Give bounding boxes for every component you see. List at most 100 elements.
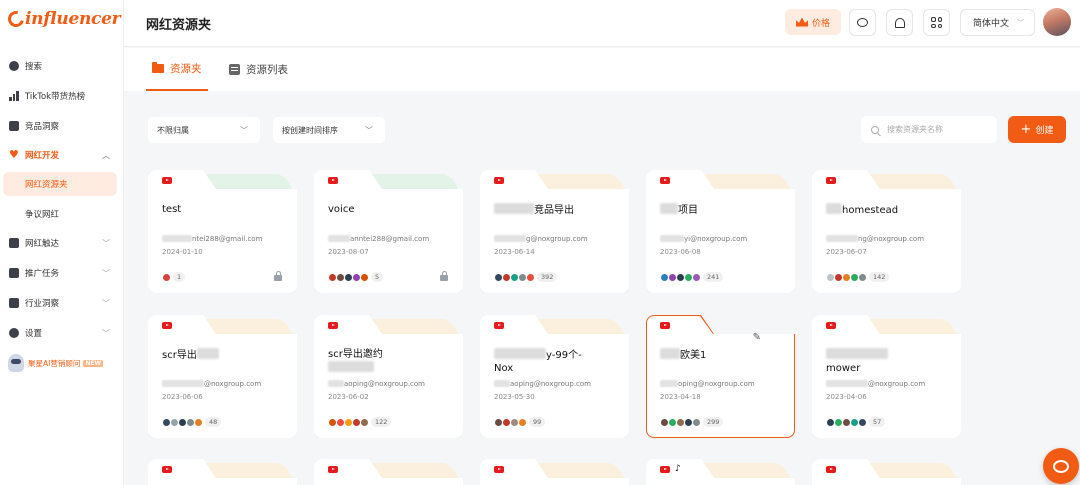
sidebar-item-influencer-dev[interactable]: ♥ 网红开发 ︿	[0, 143, 124, 167]
logo-mark-icon	[5, 8, 27, 30]
create-label: 创建	[1035, 126, 1054, 136]
folder-card[interactable]: scr导出邀约 aoping@noxgroup.com 2023-06-02 1…	[314, 315, 463, 438]
support-chat-button[interactable]	[1043, 448, 1079, 484]
folder-card[interactable]	[314, 459, 463, 485]
folder-name: voice	[328, 204, 355, 215]
edit-pencil-icon[interactable]: ✎	[753, 332, 761, 343]
sidebar-item-label: 搜索	[25, 62, 43, 72]
sidebar-item-search[interactable]: 搜索	[0, 54, 124, 78]
tab-resource-list[interactable]: 资源列表	[229, 48, 288, 91]
tab-label: 资源夹	[170, 63, 202, 75]
avatar	[162, 272, 171, 282]
tab-bar: 资源夹 资源列表	[124, 48, 1080, 91]
user-avatar[interactable]	[1043, 8, 1071, 36]
folder-search[interactable]	[861, 116, 997, 143]
folder-name-text: 欧美1	[680, 350, 707, 361]
folder-name-text: 项目	[678, 205, 698, 216]
crown-icon	[795, 17, 808, 27]
folder-card[interactable]: y-99个- Nox aoping@noxgroup.com 2023-05-30…	[480, 315, 629, 438]
folder-date: 2023-05-30	[494, 393, 535, 401]
folder-card[interactable]: scr导出 @noxgroup.com 2023-06-06 48	[148, 315, 297, 438]
folder-card[interactable]: mower @noxgroup.com 2023-04-06 57	[812, 315, 961, 438]
folder-owner-email: @noxgroup.com	[162, 380, 261, 388]
sort-filter[interactable]: 按创建时间排序 ﹀	[273, 117, 385, 143]
folder-date: 2023-06-08	[660, 248, 701, 256]
avatar	[194, 417, 203, 427]
email-text: aoping@noxgroup.com	[344, 380, 425, 388]
sidebar-item-label: 行业洞察	[25, 299, 60, 309]
folder-date: 2023-04-06	[826, 393, 867, 401]
redacted-text	[328, 361, 374, 372]
folder-name-line2: Nox	[494, 363, 514, 374]
chevron-down-icon: ﹀	[1017, 18, 1024, 27]
redacted-text	[162, 380, 204, 387]
shield-icon	[9, 121, 19, 131]
sidebar-item-tasks[interactable]: 推广任务 ﹀	[0, 261, 124, 285]
folder-card[interactable]: voice anntei288@gmail.com 2023-08-07 5	[314, 170, 463, 293]
redacted-text	[660, 235, 684, 242]
folder-card[interactable]	[148, 459, 297, 485]
folder-date: 2023-06-14	[494, 248, 535, 256]
message-button[interactable]	[849, 9, 876, 36]
monitor-icon	[9, 298, 19, 308]
notification-button[interactable]	[886, 9, 913, 36]
folder-owner-email: aoping@noxgroup.com	[328, 380, 425, 388]
folder-name-text: y-99个-	[546, 350, 582, 361]
redacted-text	[162, 235, 192, 242]
sidebar-item-tiktok-ranking[interactable]: TikTok带货热榜	[0, 84, 124, 108]
folder-name: 项目	[660, 203, 785, 217]
youtube-icon	[660, 322, 670, 329]
pricing-button[interactable]: 价格	[785, 9, 841, 35]
redacted-text	[494, 380, 510, 387]
sidebar-subitem-resource-folder[interactable]: 网红资源夹	[3, 172, 117, 196]
avatar	[360, 272, 369, 282]
youtube-icon	[660, 466, 670, 473]
influencer-avatars: 57	[826, 417, 886, 427]
avatar	[858, 272, 867, 282]
chat-bubble-icon	[1053, 459, 1069, 473]
youtube-icon	[162, 466, 172, 473]
language-select[interactable]: 简体中文 ﹀	[960, 9, 1035, 36]
sidebar-item-settings[interactable]: 设置 ﹀	[0, 321, 124, 345]
email-text: anntei288@gmail.com	[350, 235, 430, 243]
influencer-avatars: 241	[660, 272, 724, 282]
redacted-text	[826, 348, 888, 359]
influencer-count: 99	[529, 417, 546, 427]
folder-search-input[interactable]	[887, 125, 987, 134]
apps-button[interactable]	[923, 9, 950, 36]
sort-filter-value: 按创建时间排序	[282, 125, 338, 135]
tab-resource-folder[interactable]: 资源夹	[146, 48, 208, 91]
create-folder-button[interactable]: + 创建	[1008, 116, 1066, 143]
youtube-icon	[328, 466, 338, 473]
sidebar-item-reach[interactable]: 网红触达 ﹀	[0, 231, 124, 255]
avatar	[360, 417, 369, 427]
new-badge: NEW	[83, 359, 104, 367]
owner-filter[interactable]: 不限归属 ﹀	[148, 117, 260, 143]
sidebar-item-industry[interactable]: 行业洞察 ﹀	[0, 291, 124, 315]
influencer-logo[interactable]: influencer	[5, 8, 121, 30]
ai-advisor-link[interactable]: 聚星AI营销顾问 NEW	[8, 354, 104, 372]
sidebar-subitem-disputed[interactable]: 争议网红	[3, 202, 117, 226]
owner-filter-value: 不限归属	[157, 125, 189, 135]
youtube-icon	[826, 177, 836, 184]
email-text: ntei288@gmail.com	[192, 235, 263, 243]
folder-card[interactable]: ♪	[646, 459, 795, 485]
folder-card[interactable]	[812, 459, 961, 485]
folder-card[interactable]: 项目 yi@noxgroup.com 2023-06-08 241	[646, 170, 795, 293]
sidebar-item-label: 网红触达	[25, 239, 60, 249]
chevron-down-icon: ﹀	[102, 268, 110, 278]
influencer-avatars: 5	[328, 272, 384, 282]
logo-text: influencer	[25, 9, 121, 29]
folder-card[interactable]	[480, 459, 629, 485]
folder-date: 2023-08-07	[328, 248, 369, 256]
sidebar-item-competitor[interactable]: 竞品洞察	[0, 114, 124, 138]
sidebar: influencer 搜索 TikTok带货热榜 竞品洞察 ♥ 网红开发 ︿ 网…	[0, 0, 124, 485]
folder-card[interactable]: 竞品导出 g@noxgroup.com 2023-06-14 392	[480, 170, 629, 293]
folder-card-selected[interactable]: 欧美1 ✎ oping@noxgroup.com 2023-04-18 299	[646, 315, 795, 438]
folder-date: 2023-06-07	[826, 248, 867, 256]
folder-name-text: scr导出邀约	[328, 349, 383, 360]
folder-card[interactable]: homestead ng@noxgroup.com 2023-06-07 142	[812, 170, 961, 293]
avatar	[518, 417, 527, 427]
folder-card[interactable]: test ntei288@gmail.com 2024-01-10 1	[148, 170, 297, 293]
folder-name-text: 竞品导出	[534, 205, 574, 216]
